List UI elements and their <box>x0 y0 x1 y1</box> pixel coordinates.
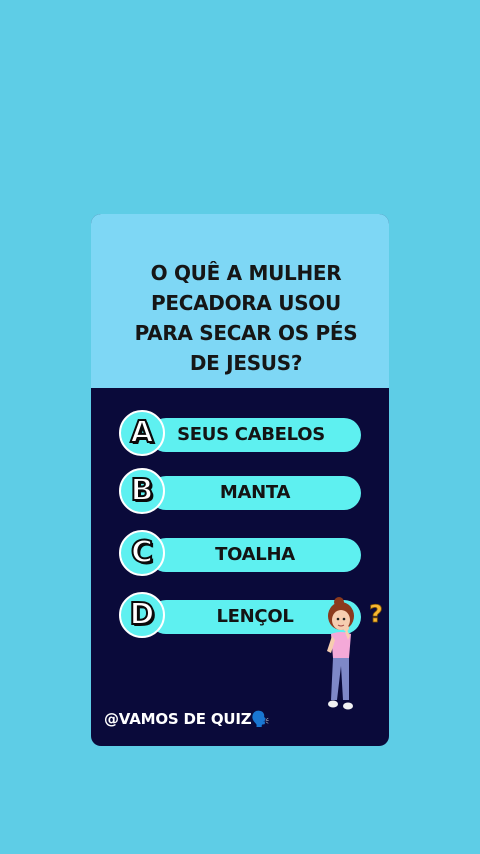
option-b[interactable]: MANTA B <box>119 468 363 518</box>
option-d-letter: D <box>129 596 156 633</box>
option-b-label: MANTA <box>219 482 291 503</box>
watermark-handle: @VAMOS DE QUIZ🗣️ <box>104 710 270 728</box>
option-c-label: TOALHA <box>215 544 295 565</box>
option-a-label: SEUS CABELOS <box>177 424 325 445</box>
girl-thinking-icon: ? <box>327 597 383 710</box>
question-mark-icon: ? <box>369 600 383 628</box>
option-c[interactable]: TOALHA C <box>119 530 363 580</box>
option-c-letter: C <box>130 534 154 571</box>
question-text: O QUÊ A MULHER PECADORA USOU PARA SECAR … <box>134 261 358 375</box>
option-a[interactable]: SEUS CABELOS A <box>119 410 363 460</box>
option-b-letter: B <box>130 472 155 509</box>
question-box: O QUÊ A MULHER PECADORA USOU PARA SECAR … <box>91 214 389 388</box>
quiz-card: O QUÊ A MULHER PECADORA USOU PARA SECAR … <box>91 214 389 746</box>
option-a-letter: A <box>129 414 154 451</box>
